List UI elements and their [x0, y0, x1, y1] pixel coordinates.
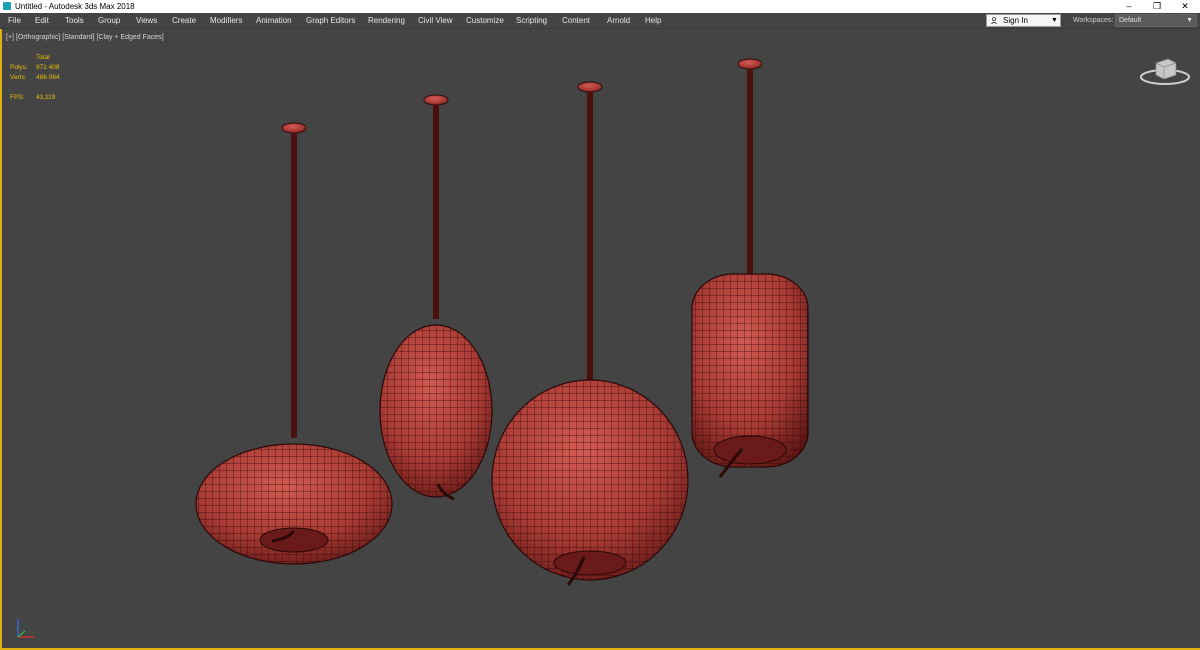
menu-tools[interactable]: Tools: [65, 13, 84, 28]
menu-content[interactable]: Content: [562, 13, 590, 28]
lamp-cylinder: [691, 58, 809, 478]
minimize-button[interactable]: –: [1115, 0, 1143, 13]
sign-in-label: Sign In: [1003, 16, 1028, 25]
window-title: Untitled - Autodesk 3ds Max 2018: [15, 2, 135, 11]
polys-label: Polys:: [10, 64, 28, 71]
user-icon: [991, 17, 997, 24]
lamp-sphere: [491, 81, 689, 586]
scene-render: [195, 58, 809, 586]
menu-scripting[interactable]: Scripting: [516, 13, 547, 28]
menu-edit[interactable]: Edit: [35, 13, 49, 28]
polys-value: 971 408: [36, 64, 60, 71]
chevron-down-icon: ▼: [1051, 17, 1058, 24]
menu-customize[interactable]: Customize: [466, 13, 504, 28]
viewport-standard[interactable]: [Standard]: [62, 34, 94, 41]
chevron-down-icon: ▼: [1186, 17, 1193, 24]
menu-graph-editors[interactable]: Graph Editors: [306, 13, 355, 28]
verts-value: 486 084: [36, 74, 60, 81]
lamp-flat: [195, 122, 393, 565]
close-button[interactable]: ✕: [1171, 0, 1199, 13]
menu-group[interactable]: Group: [98, 13, 120, 28]
verts-label: Verts:: [10, 74, 27, 81]
menu-file[interactable]: File: [8, 13, 21, 28]
menu-animation[interactable]: Animation: [256, 13, 292, 28]
viewcube-icon[interactable]: [1138, 53, 1192, 87]
viewport-point-of-view[interactable]: [Orthographic]: [16, 34, 60, 41]
menu-rendering[interactable]: Rendering: [368, 13, 405, 28]
statistics-overlay: Total Polys: 971 408 Verts: 486 084 FPS: 43…: [10, 53, 90, 103]
menu-views[interactable]: Views: [136, 13, 157, 28]
viewport-label: [+] [Orthographic] [Standard] [Clay + Ed…: [6, 33, 164, 42]
menu-civil-view[interactable]: Civil View: [418, 13, 453, 28]
axis-tripod-icon: [17, 619, 34, 638]
fps-value: 43,119: [36, 94, 56, 101]
menu-modifiers[interactable]: Modifiers: [210, 13, 242, 28]
viewport-menu-plus[interactable]: [+]: [6, 34, 14, 41]
lamp-oval: [379, 94, 493, 501]
fps-label: FPS:: [10, 94, 25, 101]
title-bar: Untitled - Autodesk 3ds Max 2018 – ❐ ✕: [0, 0, 1200, 13]
viewport-shading[interactable]: [Clay + Edged Faces]: [97, 34, 164, 41]
menu-help[interactable]: Help: [645, 13, 661, 28]
app-icon: [3, 2, 11, 10]
sign-in-dropdown[interactable]: Sign In ▼: [986, 14, 1061, 27]
workspaces-label: Workspaces:: [1073, 17, 1114, 24]
workspaces-value: Default: [1119, 17, 1142, 24]
menu-create[interactable]: Create: [172, 13, 196, 28]
perspective-viewport[interactable]: [+] [Orthographic] [Standard] [Clay + Ed…: [0, 29, 1200, 650]
restore-button[interactable]: ❐: [1143, 0, 1171, 13]
stats-header: Total: [36, 54, 50, 61]
workspaces-select[interactable]: Default ▼: [1115, 14, 1197, 27]
menu-arnold[interactable]: Arnold: [607, 13, 630, 28]
